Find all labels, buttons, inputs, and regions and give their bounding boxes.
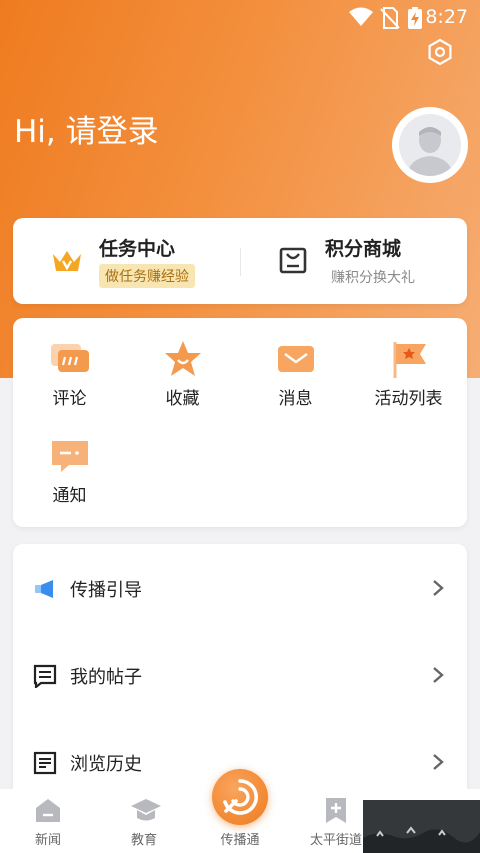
post-icon [33, 664, 57, 688]
tab-label: 教育 [130, 833, 157, 848]
chevron-right-icon [433, 754, 444, 770]
comment-icon [51, 344, 89, 372]
megaphone-icon [35, 580, 53, 598]
feature-message[interactable]: 消息 [239, 318, 352, 409]
divider [240, 248, 241, 276]
points-mall-title: 积分商城 [325, 238, 402, 260]
broadcast-center-button[interactable] [212, 769, 268, 825]
menu-item-spread-guide[interactable]: 传播引导 [13, 558, 467, 618]
login-greeting[interactable]: Hi, 请登录 [14, 106, 159, 151]
task-center-badge: 做任务赚经验 [99, 264, 195, 288]
wifi-icon [349, 7, 373, 26]
avatar-placeholder [399, 114, 461, 176]
user-silhouette-icon [407, 127, 453, 176]
tab-education[interactable]: 教育 [96, 789, 192, 853]
envelope-icon [278, 346, 314, 372]
feature-label: 收藏 [165, 389, 200, 409]
overlay-thumbnail [363, 800, 480, 853]
broadcast-icon [223, 779, 258, 815]
settings-icon[interactable] [426, 38, 454, 66]
feature-label: 活动列表 [374, 389, 443, 409]
flag-icon [393, 342, 426, 378]
feature-favorite[interactable]: 收藏 [126, 318, 239, 409]
menu-item-label: 我的帖子 [70, 667, 142, 688]
feature-notice[interactable]: 通知 [13, 415, 126, 506]
battery-charging-icon [408, 7, 422, 29]
feature-label: 通知 [52, 486, 87, 506]
feature-grid-card: 评论 收藏 消息 活动列表 通知 [13, 318, 467, 527]
status-time: 8:27 [425, 6, 468, 28]
quick-entry-card: 任务中心 做任务赚经验 积分商城 赚积分换大礼 [13, 218, 467, 304]
points-mall-subtitle: 赚积分换大礼 [331, 270, 415, 286]
status-bar: 8:27 [0, 0, 480, 34]
crown-icon [53, 251, 81, 271]
feature-label: 消息 [278, 389, 313, 409]
home-icon [36, 799, 60, 822]
chevron-right-icon [433, 580, 444, 596]
feature-comment[interactable]: 评论 [13, 318, 126, 409]
menu-item-label: 传播引导 [70, 580, 142, 601]
feature-label: 评论 [52, 389, 87, 409]
chevron-right-icon [433, 667, 444, 683]
history-icon [33, 751, 57, 775]
graduation-cap-icon [131, 799, 161, 821]
feature-activity-list[interactable]: 活动列表 [352, 318, 465, 409]
shopping-box-icon [279, 247, 307, 274]
menu-item-label: 浏览历史 [70, 754, 142, 775]
tab-label: 新闻 [34, 833, 61, 848]
tab-news[interactable]: 新闻 [0, 789, 96, 853]
thumbnail-image [363, 800, 480, 853]
menu-item-my-posts[interactable]: 我的帖子 [13, 645, 467, 705]
notice-icon [52, 441, 88, 472]
tab-label: 传播通 [220, 833, 260, 848]
star-icon [165, 341, 201, 376]
task-center-title: 任务中心 [99, 238, 176, 260]
no-sim-icon [380, 7, 400, 29]
bookmark-plus-icon [326, 798, 346, 823]
avatar[interactable] [392, 107, 468, 183]
